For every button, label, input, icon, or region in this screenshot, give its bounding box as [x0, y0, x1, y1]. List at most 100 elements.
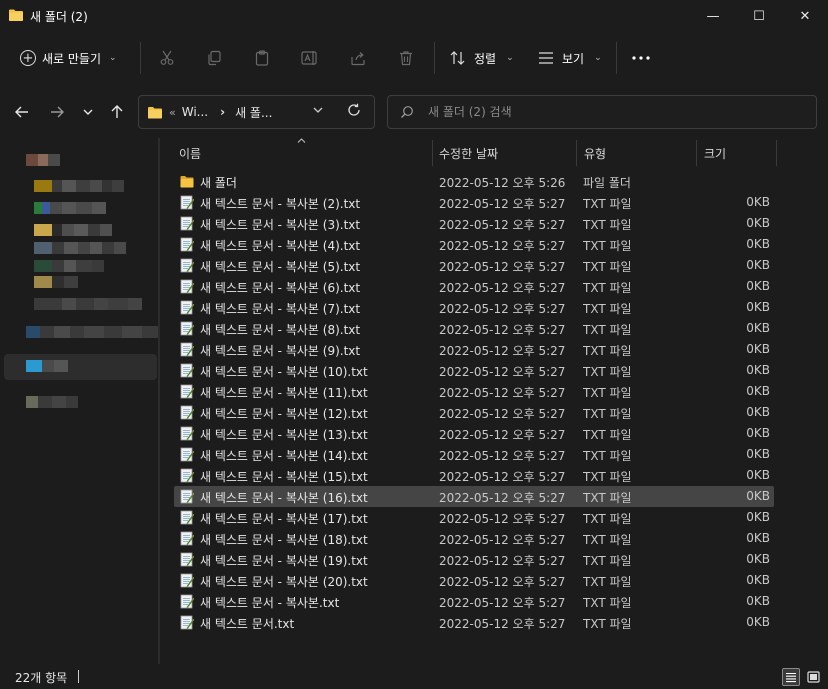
file-row[interactable]: 새 텍스트 문서 - 복사본 (14).txt 2022-05-12 오후 5:2…: [174, 444, 774, 465]
file-type: 파일 폴더: [583, 176, 631, 190]
paste-icon[interactable]: [252, 48, 272, 68]
file-row[interactable]: 새 텍스트 문서 - 복사본.txt 2022-05-12 오후 5:27 TXT …: [174, 591, 774, 612]
chevron-down-icon: ⌄: [594, 53, 602, 63]
arrow-left-icon: [15, 106, 28, 118]
new-button[interactable]: + 새로 만들기 ⌄: [12, 42, 125, 74]
nav-item[interactable]: [26, 396, 78, 408]
back-button[interactable]: [10, 100, 34, 124]
file-row[interactable]: 새 텍스트 문서 - 복사본 (15).txt 2022-05-12 오후 5:2…: [174, 465, 774, 486]
address-overflow[interactable]: «: [169, 106, 176, 119]
refresh-button[interactable]: [347, 103, 361, 121]
file-type: TXT 파일: [583, 428, 632, 442]
details-view-button[interactable]: [782, 668, 800, 686]
file-date: 2022-05-12 오후 5:27: [439, 218, 566, 232]
nav-item[interactable]: [34, 180, 124, 192]
file-size: 0KB: [746, 237, 770, 251]
file-row[interactable]: 새 텍스트 문서 - 복사본 (19).txt 2022-05-12 오후 5:2…: [174, 549, 774, 570]
file-row[interactable]: 새 텍스트 문서 - 복사본 (5).txt 2022-05-12 오후 5:27…: [174, 255, 774, 276]
folder-icon: [9, 9, 23, 21]
file-row[interactable]: 새 텍스트 문서 - 복사본 (3).txt 2022-05-12 오후 5:27…: [174, 213, 774, 234]
file-row[interactable]: 새 텍스트 문서 - 복사본 (2).txt 2022-05-12 오후 5:27…: [174, 192, 774, 213]
close-button[interactable]: ✕: [782, 0, 828, 32]
nav-item[interactable]: [26, 154, 60, 166]
address-row: « Wi... › 새 폴...: [0, 86, 828, 138]
up-button[interactable]: [105, 100, 129, 124]
divider: [140, 42, 141, 74]
file-type: TXT 파일: [583, 302, 632, 316]
nav-item[interactable]: [34, 276, 78, 288]
file-date: 2022-05-12 오후 5:27: [439, 596, 566, 610]
view-button[interactable]: 보기 ⌄: [538, 42, 602, 74]
share-icon[interactable]: [348, 48, 368, 68]
chevron-down-icon: [313, 107, 323, 113]
recent-locations-button[interactable]: [76, 100, 100, 124]
file-type: TXT 파일: [583, 218, 632, 232]
search-input[interactable]: [428, 105, 808, 119]
file-row[interactable]: 새 텍스트 문서 - 복사본 (17).txt 2022-05-12 오후 5:2…: [174, 507, 774, 528]
column-header-date[interactable]: 수정한 날짜: [439, 140, 575, 166]
maximize-button[interactable]: ☐: [736, 0, 782, 32]
file-row[interactable]: 새 텍스트 문서 - 복사본 (6).txt 2022-05-12 오후 5:27…: [174, 276, 774, 297]
file-name: 새 텍스트 문서 - 복사본 (14).txt: [200, 449, 368, 463]
file-row[interactable]: 새 텍스트 문서 - 복사본 (7).txt 2022-05-12 오후 5:27…: [174, 297, 774, 318]
file-type: TXT 파일: [583, 533, 632, 547]
search-icon: [401, 106, 413, 118]
breadcrumb-segment[interactable]: Wi...: [182, 105, 208, 119]
file-size: 0KB: [746, 279, 770, 293]
nav-item[interactable]: [34, 242, 126, 254]
nav-item[interactable]: [34, 224, 112, 236]
file-type: TXT 파일: [583, 554, 632, 568]
more-options-button[interactable]: [630, 48, 652, 68]
file-row[interactable]: 새 텍스트 문서 - 복사본 (16).txt 2022-05-12 오후 5:2…: [174, 486, 774, 507]
file-size: 0KB: [746, 573, 770, 587]
breadcrumb-segment[interactable]: 새 폴...: [235, 104, 272, 121]
file-size: 0KB: [746, 300, 770, 314]
sort-button[interactable]: 정렬 ⌄: [450, 42, 514, 74]
column-divider[interactable]: [776, 140, 777, 166]
nav-item[interactable]: [26, 360, 68, 372]
address-history-button[interactable]: [313, 105, 323, 116]
breadcrumb-separator[interactable]: ›: [220, 105, 225, 119]
text-file-icon: [180, 489, 194, 504]
file-row[interactable]: 새 텍스트 문서 - 복사본 (20).txt 2022-05-12 오후 5:2…: [174, 570, 774, 591]
file-size: 0KB: [746, 615, 770, 629]
file-row[interactable]: 새 텍스트 문서 - 복사본 (11).txt 2022-05-12 오후 5:2…: [174, 381, 774, 402]
nav-item[interactable]: [34, 298, 142, 310]
file-row[interactable]: 새 텍스트 문서 - 복사본 (8).txt 2022-05-12 오후 5:27…: [174, 318, 774, 339]
nav-item[interactable]: [34, 202, 106, 214]
file-name: 새 폴더: [200, 176, 237, 190]
file-row[interactable]: 새 텍스트 문서.txt 2022-05-12 오후 5:27 TXT 파일 0KB: [174, 612, 774, 633]
file-row[interactable]: 새 텍스트 문서 - 복사본 (13).txt 2022-05-12 오후 5:2…: [174, 423, 774, 444]
column-header-size[interactable]: 크기: [704, 140, 774, 166]
file-row[interactable]: 새 텍스트 문서 - 복사본 (4).txt 2022-05-12 오후 5:27…: [174, 234, 774, 255]
large-icons-view-button[interactable]: [804, 668, 822, 686]
column-divider[interactable]: [576, 140, 577, 166]
search-box[interactable]: [387, 95, 817, 129]
copy-icon[interactable]: [204, 48, 224, 68]
column-header-name-label: 이름: [179, 146, 202, 161]
forward-button[interactable]: [45, 100, 69, 124]
minimize-button[interactable]: —: [690, 0, 736, 32]
rename-icon[interactable]: [300, 48, 320, 68]
arrow-right-icon: [51, 106, 64, 118]
file-row[interactable]: 새 텍스트 문서 - 복사본 (10).txt 2022-05-12 오후 5:2…: [174, 360, 774, 381]
file-row[interactable]: 새 텍스트 문서 - 복사본 (18).txt 2022-05-12 오후 5:2…: [174, 528, 774, 549]
file-row[interactable]: 새 텍스트 문서 - 복사본 (9).txt 2022-05-12 오후 5:27…: [174, 339, 774, 360]
file-type: TXT 파일: [583, 344, 632, 358]
file-name: 새 텍스트 문서 - 복사본 (2).txt: [200, 197, 361, 211]
nav-item[interactable]: [26, 326, 158, 338]
file-size: 0KB: [746, 552, 770, 566]
column-divider[interactable]: [696, 140, 697, 166]
cut-icon[interactable]: [157, 48, 177, 68]
file-row[interactable]: 새 폴더 2022-05-12 오후 5:26 파일 폴더: [174, 171, 774, 192]
column-divider[interactable]: [432, 140, 433, 166]
file-row[interactable]: 새 텍스트 문서 - 복사본 (12).txt 2022-05-12 오후 5:2…: [174, 402, 774, 423]
address-bar[interactable]: « Wi... › 새 폴...: [138, 95, 375, 129]
text-file-icon: [180, 195, 194, 210]
divider: [616, 42, 617, 74]
nav-item[interactable]: [34, 260, 104, 272]
delete-icon[interactable]: [396, 48, 416, 68]
column-header-type[interactable]: 유형: [584, 140, 694, 166]
navigation-pane-scrollbar[interactable]: [158, 138, 160, 664]
file-size: 0KB: [746, 258, 770, 272]
